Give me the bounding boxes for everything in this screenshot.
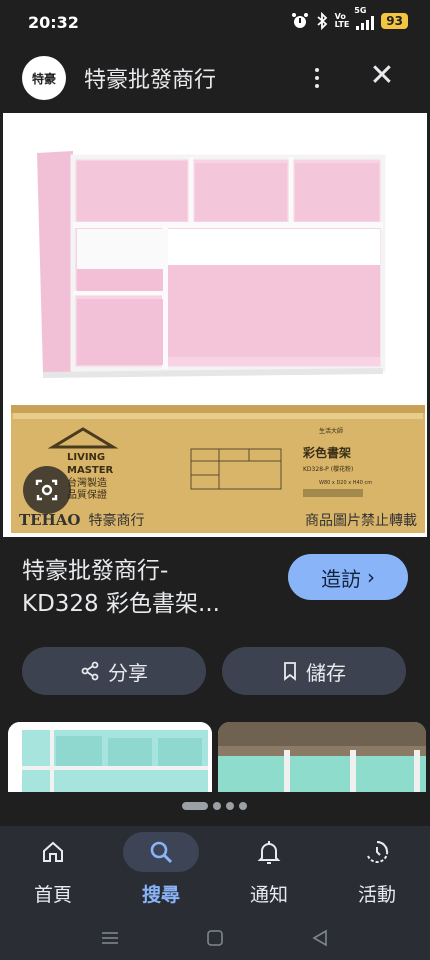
box-made-line2: 品質保證 [67,488,107,501]
share-icon [81,661,99,681]
search-icon [150,841,173,864]
result-title[interactable]: 特豪批發商行- KD328 彩色書架... [22,555,282,621]
recent-apps-icon[interactable] [98,926,122,950]
lens-search-icon[interactable] [23,466,71,514]
box-model: KD328-P (櫻花粉) [303,465,353,473]
nav-activity[interactable]: 活動 [332,832,422,912]
box-product-name: 彩色書架 [302,445,351,460]
alarm-icon [291,13,308,28]
volte-indicator: Vo LTE [334,12,350,29]
nav-home[interactable]: 首頁 [8,832,98,912]
battery-indicator: 93 [381,13,408,29]
box-dimensions: W80 x D20 x H40 cm [319,480,372,486]
related-image-2[interactable] [218,722,426,792]
visit-button[interactable]: 造訪 › [288,554,408,600]
chevron-right-icon: › [367,565,375,589]
box-logo: 生活大師 [319,427,343,435]
carousel-dots [182,802,247,810]
bell-icon [257,841,281,864]
related-image-1[interactable] [8,722,212,792]
bluetooth-icon [317,12,327,30]
save-button[interactable]: 儲存 [222,647,406,695]
nav-notifications[interactable]: 通知 [224,832,314,912]
box-made-line1: 台灣製造 [67,476,107,489]
site-name: 特豪批發商行 [84,68,217,93]
product-image[interactable]: LIVING MASTER 台灣製造 品質保證 生活大師 彩色書架 KD328-… [3,113,427,537]
close-icon[interactable]: ✕ [366,60,398,92]
more-options-icon[interactable] [304,62,330,94]
bookshelf-illustration: LIVING MASTER 台灣製造 品質保證 生活大師 彩色書架 KD328-… [11,151,425,533]
nav-search[interactable]: 搜尋 [116,832,206,912]
system-navigation [0,916,430,960]
status-time: 20:32 [28,13,79,32]
signal-icon: 5G [354,6,375,30]
share-button[interactable]: 分享 [22,647,206,695]
box-brand-line1: LIVING [67,452,105,463]
activity-icon [367,840,389,863]
home-icon [43,841,63,862]
status-icons: Vo LTE 5G 93 [291,6,408,30]
app-header: 特豪 特豪批發商行 ✕ [0,48,430,108]
watermark-left: TEHAO 特豪商行 [19,511,145,529]
watermark-notice: 商品圖片禁止轉載 [305,513,417,529]
bookmark-icon [284,662,296,681]
bottom-navigation: 首頁 搜尋 通知 活動 [0,826,430,916]
status-bar: 20:32 Vo LTE 5G 93 [0,0,430,48]
back-icon[interactable] [308,926,332,950]
box-brand-line2: MASTER [67,465,114,476]
site-logo: 特豪 [22,56,66,100]
home-button-icon[interactable] [203,926,227,950]
